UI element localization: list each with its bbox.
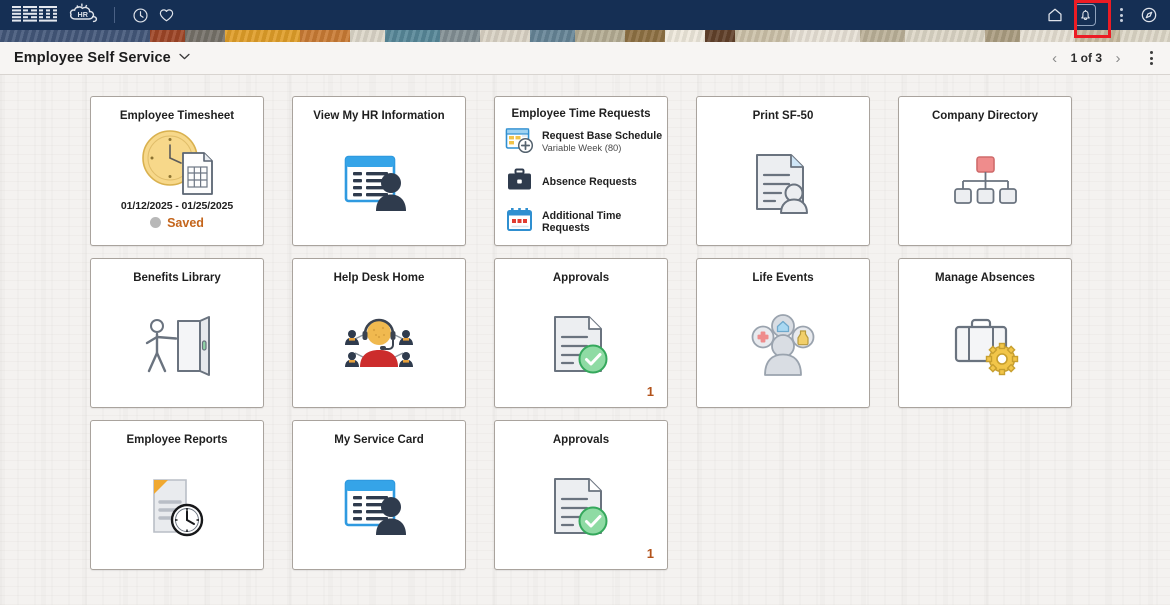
pager-next-button[interactable]: › bbox=[1108, 46, 1128, 70]
tile-title: Manage Absences bbox=[929, 272, 1041, 286]
tile-print-sf-50[interactable]: Print SF-50 bbox=[696, 96, 870, 246]
global-header-left: HR bbox=[0, 2, 179, 29]
page-title: Employee Self Service bbox=[0, 50, 171, 66]
list-item-additional-time-requests[interactable]: Additional Time Requests bbox=[505, 206, 667, 239]
person-door-icon bbox=[91, 286, 263, 407]
tile-title: Employee Time Requests bbox=[505, 108, 656, 122]
calendar-plus-icon bbox=[505, 126, 535, 159]
document-check-icon bbox=[495, 286, 667, 407]
page-actions-kebab-icon[interactable] bbox=[1138, 45, 1164, 71]
tile-badge-count: 1 bbox=[647, 546, 654, 561]
headset-agent-icon bbox=[293, 286, 465, 407]
tile-title: Help Desk Home bbox=[328, 272, 431, 286]
list-item-sublabel: Variable Week (80) bbox=[542, 143, 662, 154]
heart-icon[interactable] bbox=[153, 2, 179, 28]
timesheet-period: 01/12/2025 - 01/25/2025 bbox=[91, 200, 263, 212]
tile-title: Benefits Library bbox=[127, 272, 227, 286]
home-icon[interactable] bbox=[1042, 2, 1068, 28]
pager-label: 1 of 3 bbox=[1069, 51, 1104, 65]
tile-approvals-1[interactable]: Approvals 1 bbox=[494, 258, 668, 408]
briefcase-icon bbox=[505, 166, 535, 199]
header-divider bbox=[114, 7, 115, 23]
list-item-label: Absence Requests bbox=[542, 176, 637, 188]
ibm-logo[interactable] bbox=[12, 9, 58, 22]
tile-title: Print SF-50 bbox=[747, 110, 820, 124]
briefcase-gear-icon bbox=[899, 286, 1071, 407]
list-person-card-icon bbox=[293, 448, 465, 569]
document-person-icon bbox=[697, 124, 869, 245]
tile-help-desk-home[interactable]: Help Desk Home bbox=[292, 258, 466, 408]
decorative-banner-strip bbox=[0, 30, 1170, 42]
page-root: HR bbox=[0, 0, 1170, 605]
tile-employee-time-requests[interactable]: Employee Time Requests bbox=[494, 96, 668, 246]
tile-manage-absences[interactable]: Manage Absences bbox=[898, 258, 1072, 408]
org-chart-icon bbox=[899, 124, 1071, 245]
ibm-hr-cloud-icon[interactable]: HR bbox=[68, 2, 102, 29]
global-header: HR bbox=[0, 0, 1170, 30]
time-request-items: Request Base Schedule Variable Week (80) bbox=[495, 122, 667, 239]
clock-icon[interactable] bbox=[127, 2, 153, 28]
clock-timesheet-icon bbox=[91, 126, 263, 200]
status-badge: Saved bbox=[91, 216, 263, 230]
pager-prev-button[interactable]: ‹ bbox=[1045, 46, 1065, 70]
list-item-text: Request Base Schedule Variable Week (80) bbox=[542, 131, 662, 153]
list-item-label: Additional Time Requests bbox=[542, 210, 667, 234]
tile-badge-count: 1 bbox=[647, 384, 654, 399]
tile-approvals-2[interactable]: Approvals 1 bbox=[494, 420, 668, 570]
notifications-button[interactable] bbox=[1070, 2, 1100, 28]
tile-title: My Service Card bbox=[328, 434, 430, 448]
tile-employee-timesheet[interactable]: Employee Timesheet bbox=[90, 96, 264, 246]
tile-title: Employee Timesheet bbox=[114, 110, 240, 124]
homepage-tile-grid: Employee Timesheet bbox=[90, 96, 1090, 570]
actions-kebab-icon[interactable] bbox=[1108, 2, 1134, 28]
document-check-icon bbox=[495, 448, 667, 569]
global-header-right bbox=[1042, 0, 1170, 30]
svg-text:HR: HR bbox=[78, 10, 89, 19]
notifications-bell-icon[interactable] bbox=[1074, 4, 1096, 26]
tile-title: Company Directory bbox=[926, 110, 1044, 124]
tile-title: Approvals bbox=[547, 272, 615, 286]
tile-company-directory[interactable]: Company Directory bbox=[898, 96, 1072, 246]
life-events-icon bbox=[697, 286, 869, 407]
page-header-right: ‹ 1 of 3 › bbox=[1045, 45, 1170, 71]
tile-footer: 01/12/2025 - 01/25/2025 Saved bbox=[91, 200, 263, 240]
tile-benefits-library[interactable]: Benefits Library bbox=[90, 258, 264, 408]
compass-navigator-icon[interactable] bbox=[1136, 2, 1162, 28]
tile-title: Life Events bbox=[746, 272, 819, 286]
list-item-absence-requests[interactable]: Absence Requests bbox=[505, 166, 667, 199]
list-person-icon bbox=[293, 124, 465, 245]
tile-title: View My HR Information bbox=[307, 110, 450, 124]
report-clock-icon bbox=[91, 448, 263, 569]
time-requests-list: Request Base Schedule Variable Week (80) bbox=[495, 122, 667, 245]
page-header-bar: Employee Self Service ‹ 1 of 3 › bbox=[0, 42, 1170, 75]
tile-life-events[interactable]: Life Events bbox=[696, 258, 870, 408]
calendar-red-icon bbox=[505, 206, 535, 239]
tile-view-my-hr-information[interactable]: View My HR Information bbox=[292, 96, 466, 246]
homepage-selector-chevron-down-icon[interactable] bbox=[179, 51, 190, 63]
tile-my-service-card[interactable]: My Service Card bbox=[292, 420, 466, 570]
tile-title: Approvals bbox=[547, 434, 615, 448]
status-dot-icon bbox=[150, 217, 161, 228]
tile-employee-reports[interactable]: Employee Reports bbox=[90, 420, 264, 570]
list-item-request-base-schedule[interactable]: Request Base Schedule Variable Week (80) bbox=[505, 126, 667, 159]
tile-title: Employee Reports bbox=[121, 434, 234, 448]
status-label: Saved bbox=[167, 216, 204, 230]
